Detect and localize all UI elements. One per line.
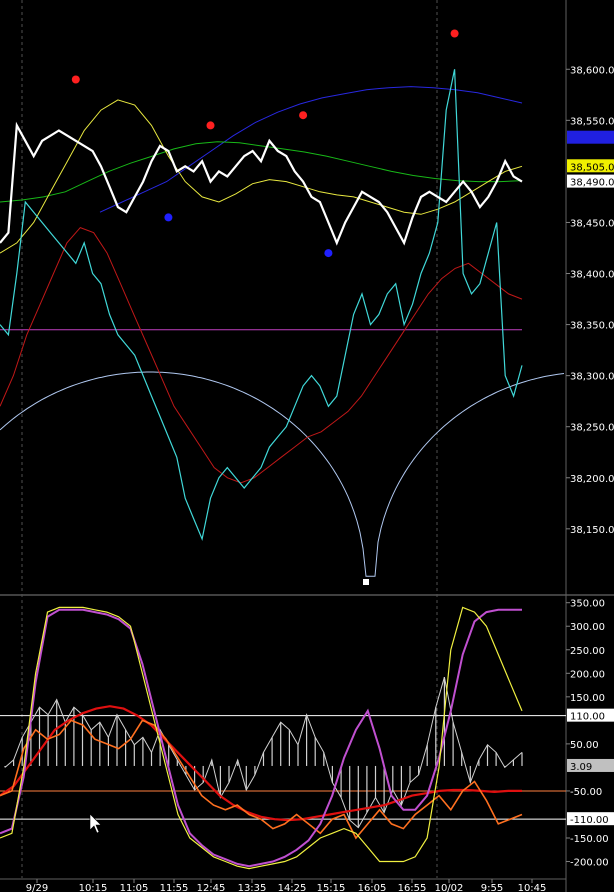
time-tick-12: 10:45 bbox=[518, 883, 547, 892]
osc-tick-3: 200.00 bbox=[570, 669, 605, 680]
oscillator-panel-bg bbox=[0, 598, 566, 878]
osc-tick-10: -150.00 bbox=[570, 834, 609, 845]
arc-bottom-marker bbox=[363, 579, 369, 585]
price-tick-7: 38,300.0 bbox=[570, 372, 614, 383]
osc-tick-2: 250.00 bbox=[570, 646, 605, 657]
marker-red-0 bbox=[71, 75, 80, 84]
time-tick-5: 13:35 bbox=[238, 883, 267, 892]
time-tick-7: 15:15 bbox=[317, 883, 346, 892]
time-tick-4: 12:45 bbox=[197, 883, 226, 892]
marker-red-2 bbox=[206, 121, 215, 130]
osc-tick-0: 350.00 bbox=[570, 599, 605, 610]
time-tick-8: 16:05 bbox=[358, 883, 387, 892]
price-tick-9: 38,200.0 bbox=[570, 474, 614, 485]
marker-red-5 bbox=[450, 29, 459, 38]
osc-tick-11: -200.00 bbox=[570, 858, 609, 869]
price-tick-5: 38,400.0 bbox=[570, 270, 614, 281]
time-tick-2: 11:05 bbox=[120, 883, 149, 892]
time-tick-1: 10:15 bbox=[79, 883, 108, 892]
osc-box-text-2: -110.00 bbox=[570, 815, 609, 826]
osc-tick-6: 50.00 bbox=[570, 740, 599, 751]
price-axis: 38,600.0 38,550.0 38,505.0 38,490.0 38,450.0… bbox=[566, 65, 614, 536]
osc-tick-4: 150.00 bbox=[570, 693, 605, 704]
marker-red-3 bbox=[299, 111, 308, 120]
price-tick-8: 38,250.0 bbox=[570, 423, 614, 434]
price-tick-10: 38,150.0 bbox=[570, 525, 614, 536]
time-tick-11: 9:55 bbox=[481, 883, 503, 892]
marker-blue-1 bbox=[164, 213, 173, 222]
osc-tick-1: 300.00 bbox=[570, 622, 605, 633]
osc-box-text-0: 110.00 bbox=[570, 712, 605, 723]
time-tick-9: 16:55 bbox=[398, 883, 427, 892]
price-tick-6: 38,350.0 bbox=[570, 321, 614, 332]
price-box-blue bbox=[567, 130, 614, 144]
trading-chart: 38,600.0 38,550.0 38,505.0 38,490.0 38,450.0… bbox=[0, 0, 614, 892]
price-panel-bg bbox=[0, 0, 566, 592]
oscillator-axis: 350.00 300.00 250.00 200.00 150.00 110.00 50.0… bbox=[566, 599, 614, 869]
time-axis: 9/29 10:15 11:05 11:55 12:45 13:35 14:25 15:15 1… bbox=[26, 879, 547, 892]
marker-blue-4 bbox=[324, 249, 333, 258]
time-tick-6: 14:25 bbox=[278, 883, 307, 892]
price-tick-4: 38,450.0 bbox=[570, 219, 614, 230]
price-box-text-1: 38,490.0 bbox=[570, 178, 614, 189]
time-tick-3: 11:55 bbox=[160, 883, 189, 892]
price-box-text-0: 38,505.0 bbox=[570, 162, 614, 173]
osc-tick-8: -50.00 bbox=[570, 787, 602, 798]
osc-box-text-1: 3.09 bbox=[570, 762, 592, 773]
price-tick-0: 38,600.0 bbox=[570, 65, 614, 76]
price-tick-1: 38,550.0 bbox=[570, 116, 614, 127]
time-tick-0: 9/29 bbox=[26, 883, 48, 892]
time-tick-10: 10/02 bbox=[435, 883, 464, 892]
